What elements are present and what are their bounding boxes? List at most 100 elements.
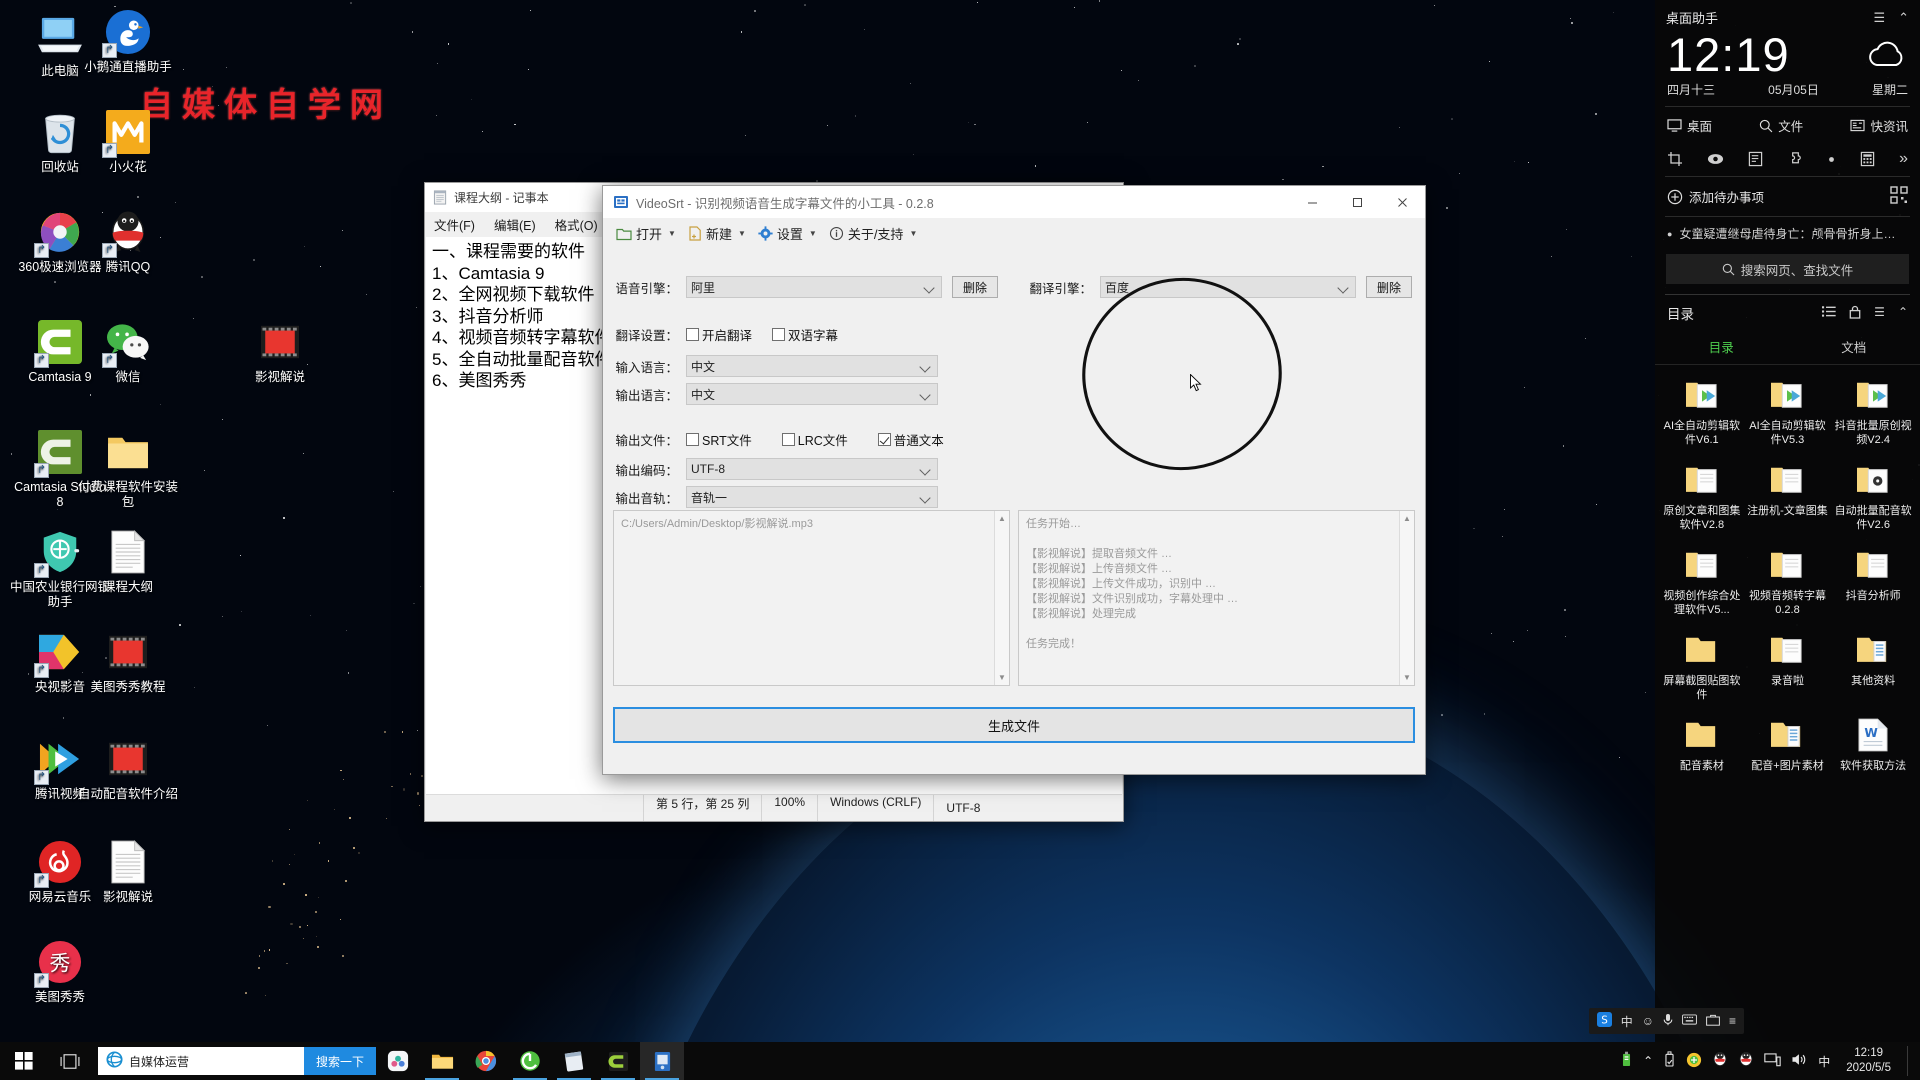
output-encoding-select[interactable]: UTF-8 (686, 458, 938, 480)
list-view-icon[interactable] (1822, 305, 1836, 322)
close-button[interactable] (1380, 187, 1425, 217)
taskbar-clock[interactable]: 12:19 2020/5/5 (1840, 1046, 1897, 1076)
qq-icon[interactable] (1712, 1051, 1728, 1071)
scroll-up-icon[interactable]: ▲ (995, 511, 1009, 526)
toolbar-settings-button[interactable]: 设置 ▼ (753, 221, 822, 246)
assistant-search-box[interactable]: 搜索网页、查找文件 (1666, 254, 1909, 284)
add-todo-item[interactable]: 添加待办事项 (1655, 177, 1920, 216)
ime-mode-label[interactable]: 中 (1621, 1013, 1633, 1030)
desktop-icon-19[interactable]: 秀美图秀秀 (10, 938, 110, 1005)
show-desktop-button[interactable] (1907, 1046, 1912, 1076)
chevron-up-icon[interactable]: ⌃ (1898, 10, 1909, 26)
videosrt-toolbar[interactable]: 打开 ▼ 新建 ▼ 设置 ▼ 关于/支持 ▼ (603, 218, 1425, 249)
puzzle-icon[interactable] (1787, 151, 1804, 167)
videosrt-titlebar[interactable]: VideoSrt - 识别视频语音生成字幕文件的小工具 - 0.2.8 (603, 186, 1425, 218)
output-track-select[interactable]: 音轨一 (686, 486, 938, 508)
mic-icon[interactable] (1663, 1013, 1673, 1029)
system-tray[interactable]: ⌃ 中 12:19 2020/5/5 (1620, 1046, 1920, 1076)
srt-checkbox[interactable]: SRT文件 (686, 430, 752, 449)
nav-news[interactable]: 快资讯 (1850, 116, 1908, 135)
translate-engine-delete-button[interactable]: 删除 (1366, 276, 1412, 298)
desktop-assistant-panel[interactable]: 桌面助手 ☰ ⌃ 12:19 四月十三 05月05日 星期二 桌面 文件 快资讯… (1655, 0, 1920, 1052)
desktop-icon-16[interactable]: 自动配音软件介绍 (78, 735, 178, 802)
directory-item-14[interactable]: W 软件获取方法 (1830, 715, 1916, 773)
taskbar-app-360browser[interactable] (508, 1042, 552, 1080)
assistant-nav-row[interactable]: 桌面 文件 快资讯 (1655, 107, 1920, 144)
desktop-icon-10[interactable]: 付费课程软件安装包 (78, 428, 178, 510)
directory-item-9[interactable]: 屏幕截图贴图软件 (1659, 630, 1745, 702)
news-item[interactable]: ● 女童疑遭继母虐待身亡：颅骨骨折身上… (1655, 217, 1920, 250)
speech-engine-select[interactable]: 阿里 (686, 276, 942, 298)
chevron-up-icon[interactable]: ⌃ (1898, 305, 1908, 322)
directory-tabs[interactable]: 目录 文档 (1655, 331, 1920, 365)
directory-item-5[interactable]: 自动批量配音软件V2.6 (1830, 460, 1916, 532)
desktop-icon-18[interactable]: 影视解说 (78, 838, 178, 905)
taskbar-app-360safe[interactable] (376, 1042, 420, 1080)
calculator-icon[interactable] (1860, 151, 1875, 167)
desktop-icon-3[interactable]: 小火花 (78, 108, 178, 175)
generate-file-button[interactable]: 生成文件 (613, 707, 1415, 743)
desktop-icon-8[interactable]: 影视解说 (230, 318, 330, 385)
directory-item-11[interactable]: 其他资料 (1830, 630, 1916, 702)
directory-tab-1[interactable]: 文档 (1788, 331, 1920, 364)
notepad-menu-item-0[interactable]: 文件(F) (434, 215, 475, 234)
menu-icon[interactable]: ≡ (1729, 1014, 1736, 1028)
chevron-right-icon[interactable]: » (1899, 150, 1908, 168)
directory-file-grid[interactable]: AI全自动剪辑软件V6.1 AI全自动剪辑软件V5.3 抖音批量原创视频V2.4 原创… (1655, 365, 1920, 786)
desktop-icon-14[interactable]: 美图秀秀教程 (78, 628, 178, 695)
hamburger-menu-icon[interactable]: ☰ (1874, 305, 1885, 322)
taskbar-app-videosrt[interactable] (640, 1042, 684, 1080)
scroll-up-icon[interactable]: ▲ (1400, 511, 1414, 526)
directory-item-8[interactable]: 抖音分析师 (1830, 545, 1916, 617)
usb-green-icon[interactable] (1620, 1051, 1633, 1071)
weather-cloud-icon[interactable] (1866, 39, 1908, 72)
dot-icon[interactable] (1827, 155, 1836, 164)
enable-translate-checkbox[interactable]: 开启翻译 (686, 325, 752, 344)
chevron-up-icon[interactable]: ⌃ (1643, 1054, 1653, 1068)
log-pane[interactable]: 任务开始… 【影视解说】提取音频文件 … 【影视解说】上传音频文件 … 【影视解说】… (1018, 510, 1415, 686)
network-icon[interactable] (1764, 1052, 1781, 1070)
file-pane-scrollbar[interactable]: ▲ ▼ (994, 511, 1009, 685)
note-icon[interactable] (1748, 151, 1763, 167)
log-pane-scrollbar[interactable]: ▲ ▼ (1399, 511, 1414, 685)
eye-icon[interactable] (1707, 152, 1724, 166)
output-track-select-wrap[interactable]: 音轨一 (686, 486, 938, 508)
sogou-logo-icon[interactable]: S (1596, 1012, 1612, 1030)
directory-item-1[interactable]: AI全自动剪辑软件V5.3 (1745, 375, 1831, 447)
task-view-button[interactable] (48, 1042, 92, 1080)
plain-text-checkbox[interactable]: 普通文本 (877, 430, 944, 449)
toolbar-new-button[interactable]: 新建 ▼ (683, 221, 751, 246)
hamburger-menu-icon[interactable]: ☰ (1873, 10, 1885, 26)
checkbox-box[interactable] (772, 328, 786, 341)
directory-item-2[interactable]: 抖音批量原创视频V2.4 (1830, 375, 1916, 447)
videosrt-window-controls[interactable] (1290, 187, 1425, 217)
taskbar[interactable]: 自媒体运营 搜索一下 ⌃ 中 12:19 2020/5/5 (0, 1042, 1920, 1080)
minimize-button[interactable] (1290, 187, 1335, 217)
360-shield-icon[interactable] (1686, 1052, 1702, 1071)
desktop-icon-7[interactable]: 微信 (78, 318, 178, 385)
videosrt-window[interactable]: VideoSrt - 识别视频语音生成字幕文件的小工具 - 0.2.8 打开 ▼… (602, 185, 1426, 775)
output-language-select-wrap[interactable]: 中文 (686, 383, 938, 405)
taskbar-app-camtasia[interactable] (596, 1042, 640, 1080)
checkbox-box[interactable] (877, 433, 891, 446)
checkbox-box[interactable] (686, 328, 699, 341)
assistant-tool-row[interactable]: » (1655, 144, 1920, 176)
scroll-down-icon[interactable]: ▼ (1400, 670, 1414, 685)
directory-item-0[interactable]: AI全自动剪辑软件V6.1 (1659, 375, 1745, 447)
directory-item-4[interactable]: 注册机-文章图集 (1745, 460, 1831, 532)
desktop-icon-1[interactable]: 小鹅通直播助手 (78, 8, 178, 75)
input-language-select[interactable]: 中文 (686, 355, 938, 377)
keyboard-icon[interactable] (1682, 1014, 1697, 1028)
toolbar-open-button[interactable]: 打开 ▼ (611, 221, 681, 246)
desktop-icon-12[interactable]: 课程大纲 (78, 528, 178, 595)
directory-item-3[interactable]: 原创文章和图集软件V2.8 (1659, 460, 1745, 532)
speech-engine-select-wrap[interactable]: 阿里 (686, 276, 942, 298)
notepad-menu-item-2[interactable]: 格式(O) (555, 215, 598, 234)
directory-item-6[interactable]: 视频创作综合处理软件V5... (1659, 545, 1745, 617)
lock-icon[interactable] (1849, 305, 1861, 322)
sogou-ime-bar[interactable]: S 中 ☺ ≡ (1588, 1008, 1744, 1034)
toolbar-about-button[interactable]: 关于/支持 ▼ (824, 221, 923, 246)
maximize-button[interactable] (1335, 187, 1380, 217)
taskbar-app-notepad[interactable] (552, 1042, 596, 1080)
start-button[interactable] (0, 1042, 48, 1080)
